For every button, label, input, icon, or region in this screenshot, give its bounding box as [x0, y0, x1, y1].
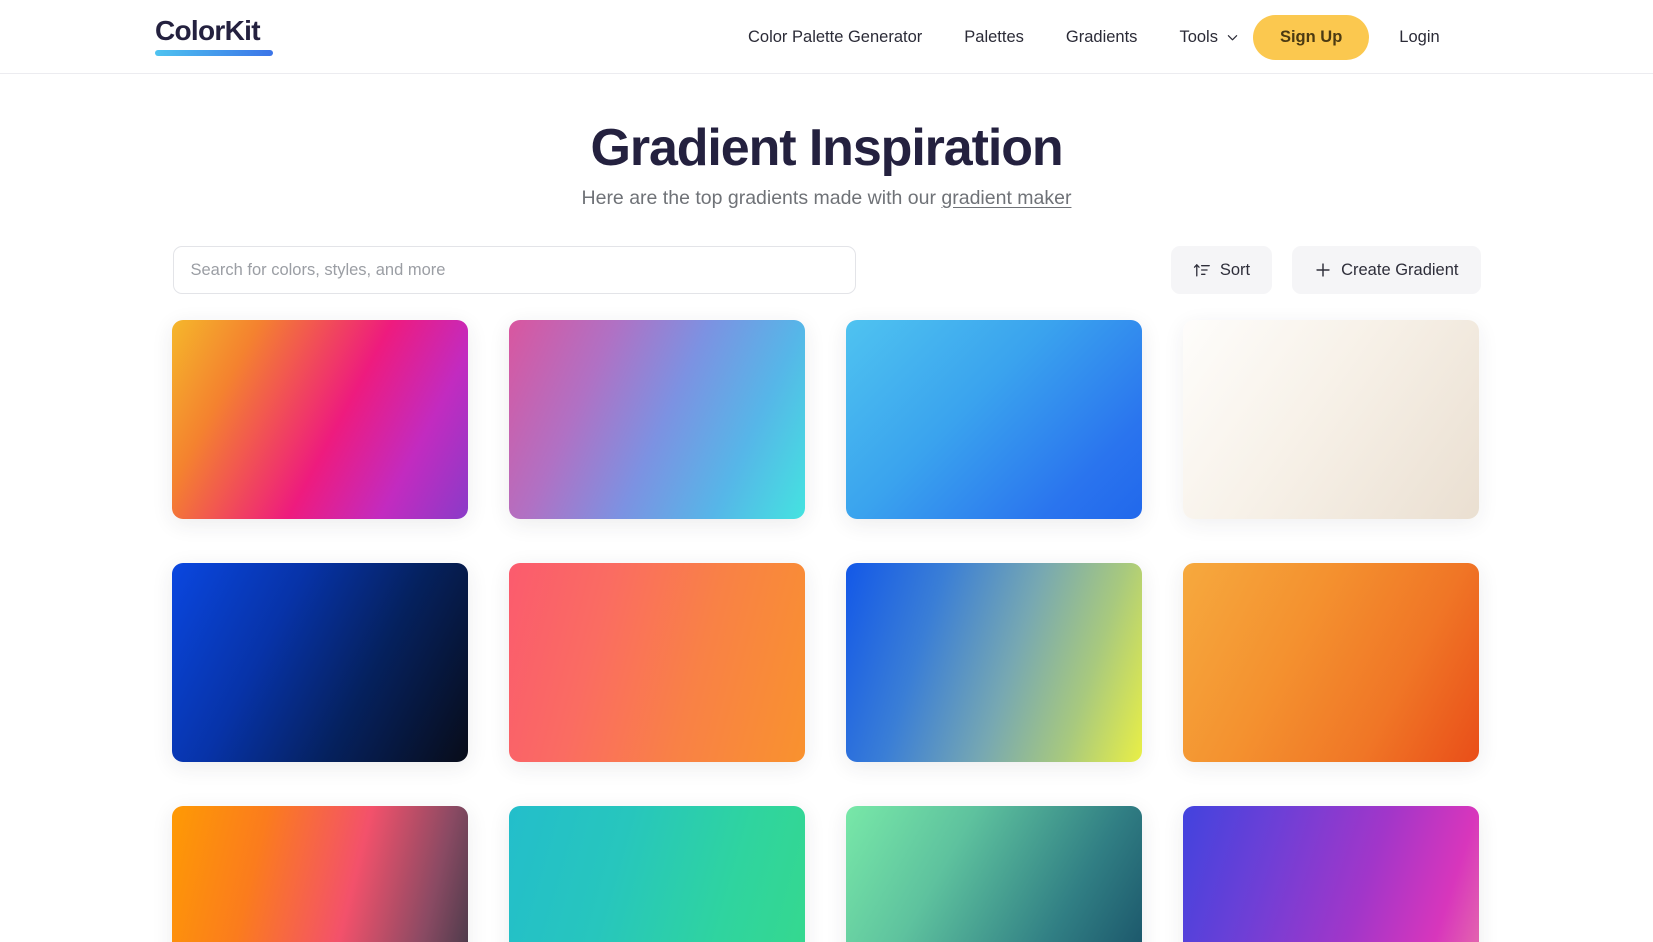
sign-up-button[interactable]: Sign Up [1252, 14, 1370, 60]
sort-ascending-icon [1193, 261, 1211, 279]
sort-button[interactable]: Sort [1170, 246, 1273, 295]
nav-gradients[interactable]: Gradients [1066, 20, 1138, 55]
gradient-card-10[interactable] [508, 806, 805, 942]
login-link[interactable]: Login [1399, 28, 1439, 47]
gradient-card-12[interactable] [1182, 806, 1479, 942]
sort-button-label: Sort [1219, 260, 1251, 279]
toolbar-actions: Sort Create Gradient [1170, 246, 1481, 295]
nav-tools-dropdown[interactable]: Tools [1179, 28, 1238, 47]
gradient-card-9[interactable] [171, 806, 468, 942]
gradient-maker-link[interactable]: gradient maker [941, 187, 1071, 209]
gradient-card-5[interactable] [171, 563, 468, 763]
gradient-card-2[interactable] [508, 320, 805, 520]
logo-text: ColorKit [155, 15, 261, 46]
create-gradient-button[interactable]: Create Gradient [1292, 246, 1481, 295]
gradient-grid [171, 320, 1482, 942]
gradient-card-8[interactable] [1182, 563, 1479, 763]
gradient-card-11[interactable] [845, 806, 1142, 942]
page-subtitle: Here are the top gradients made with our… [0, 187, 1653, 210]
gradient-card-4[interactable] [1182, 320, 1479, 520]
logo[interactable]: ColorKit [155, 17, 273, 56]
toolbar: Sort Create Gradient [172, 246, 1481, 295]
nav-tools-label: Tools [1179, 27, 1218, 46]
page-title: Gradient Inspiration [590, 119, 1063, 177]
nav-color-palette-generator[interactable]: Color Palette Generator [748, 20, 922, 55]
main-navigation: Color Palette Generator Palettes Gradien… [748, 0, 1440, 74]
logo-underline-bar [155, 50, 273, 56]
site-header: ColorKit Color Palette Generator Palette… [0, 0, 1653, 74]
gradient-card-1[interactable] [171, 320, 468, 520]
create-gradient-label: Create Gradient [1341, 260, 1459, 279]
gradient-card-7[interactable] [845, 563, 1142, 763]
gradient-card-3[interactable] [845, 320, 1142, 520]
gradient-card-6[interactable] [508, 563, 805, 763]
chevron-down-icon [1227, 32, 1238, 43]
nav-palettes[interactable]: Palettes [964, 20, 1024, 55]
plus-icon [1314, 261, 1332, 279]
hero-section: Gradient Inspiration Here are the top gr… [0, 74, 1653, 210]
search-input[interactable] [172, 246, 856, 295]
page-subtitle-text: Here are the top gradients made with our [581, 187, 942, 210]
